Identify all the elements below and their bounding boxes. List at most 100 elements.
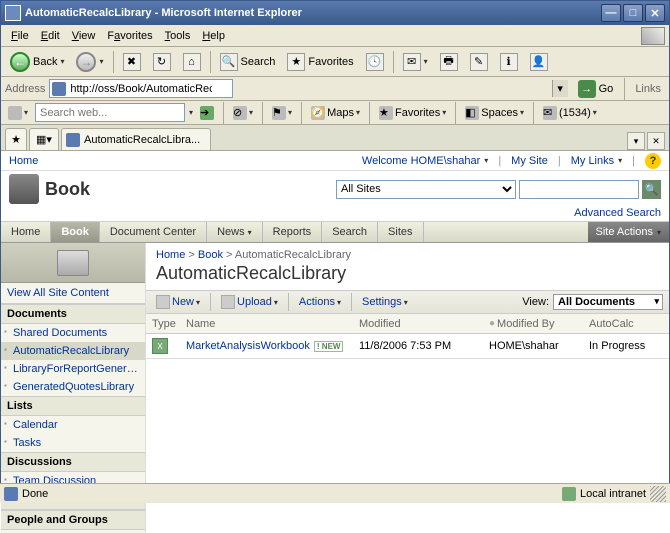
nav-news[interactable]: News ▾ <box>207 222 263 242</box>
side-link-reportgen[interactable]: LibraryForReportGeneration <box>1 360 145 378</box>
forward-button[interactable]: →▾ <box>71 49 108 75</box>
side-link-tasks[interactable]: Tasks <box>1 434 145 452</box>
web-search-input[interactable] <box>35 103 185 122</box>
site-search-go[interactable]: 🔍 <box>642 180 661 199</box>
nav-search[interactable]: Search <box>322 222 378 242</box>
col-header-type[interactable]: Type <box>146 318 182 330</box>
status-text: Done <box>22 488 48 500</box>
new-menu[interactable]: New▾ <box>152 293 204 311</box>
messenger-icon: 👤 <box>530 53 548 71</box>
mail-button[interactable]: ✉▾ <box>398 50 433 74</box>
search-go-button[interactable]: ➔ <box>197 106 217 120</box>
block-popup-button[interactable]: ⊘▾ <box>230 106 256 120</box>
view-selector[interactable]: All Documents <box>553 294 663 310</box>
site-title[interactable]: Book <box>45 179 90 200</box>
document-list: Type Name Modified Modified By AutoCalc … <box>146 314 669 359</box>
nav-sites[interactable]: Sites <box>378 222 423 242</box>
side-heading-discussions[interactable]: Discussions <box>1 452 145 472</box>
browser-tab[interactable]: AutomaticRecalcLibra... <box>61 128 211 150</box>
research-icon: ℹ <box>500 53 518 71</box>
view-all-site-content[interactable]: View All Site Content <box>1 283 145 304</box>
research-button[interactable]: ℹ <box>495 50 523 74</box>
print-button[interactable]: 🖶 <box>435 50 463 74</box>
upload-menu[interactable]: Upload▾ <box>217 293 282 311</box>
address-input[interactable] <box>49 79 233 98</box>
side-heading-people[interactable]: People and Groups <box>1 510 145 530</box>
table-row[interactable]: X MarketAnalysisWorkbook! NEW 11/8/2006 … <box>146 334 669 358</box>
edit-button[interactable]: ✎ <box>465 50 493 74</box>
mylinks-link[interactable]: My Links <box>571 155 614 167</box>
col-header-modified[interactable]: Modified <box>359 318 489 330</box>
nav-home[interactable]: Home <box>1 222 51 242</box>
stop-button[interactable]: ✖ <box>118 50 146 74</box>
menu-edit[interactable]: Edit <box>35 28 66 44</box>
mylinks-dropdown[interactable]: ▾ <box>618 156 622 165</box>
doc-modified-by[interactable]: HOME\shahar <box>489 340 589 352</box>
side-heading-documents[interactable]: Documents <box>1 304 145 324</box>
favorites-star-button[interactable]: ★ <box>5 128 27 150</box>
spaces-button[interactable]: ◧Spaces▾ <box>462 106 527 120</box>
search-button[interactable]: 🔍Search <box>215 50 281 74</box>
doc-modified: 11/8/2006 7:53 PM <box>359 340 489 352</box>
maps-button[interactable]: 🧭Maps▾ <box>308 106 363 120</box>
close-button[interactable]: ✕ <box>645 4 665 22</box>
help-icon[interactable]: ? <box>645 153 661 169</box>
maximize-button[interactable]: □ <box>623 4 643 22</box>
side-link-calendar[interactable]: Calendar <box>1 416 145 434</box>
phishing-button[interactable]: ⚑▾ <box>269 106 295 120</box>
breadcrumb-home[interactable]: Home <box>156 249 185 261</box>
breadcrumb-book[interactable]: Book <box>198 249 223 261</box>
col-header-name[interactable]: Name <box>182 318 359 330</box>
search-provider-icon[interactable]: ▾ <box>5 106 31 120</box>
back-button[interactable]: ←Back▾ <box>5 49 69 75</box>
tab-close-button[interactable]: ✕ <box>647 132 665 150</box>
settings-menu[interactable]: Settings▾ <box>358 294 412 310</box>
col-header-modified-by[interactable]: Modified By <box>489 318 589 330</box>
site-actions-menu[interactable]: Site Actions▾ <box>588 222 670 242</box>
menu-tools[interactable]: Tools <box>159 28 197 44</box>
menu-help[interactable]: Help <box>196 28 231 44</box>
search-scope-select[interactable]: All Sites <box>336 180 516 199</box>
refresh-button[interactable]: ↻ <box>148 50 176 74</box>
side-heading-lists[interactable]: Lists <box>1 396 145 416</box>
nav-doc-center[interactable]: Document Center <box>100 222 207 242</box>
side-link-autorecalc[interactable]: AutomaticRecalcLibrary <box>1 342 145 360</box>
menu-view[interactable]: View <box>66 28 102 44</box>
menu-file[interactable]: File <box>5 28 35 44</box>
new-badge: ! NEW <box>314 341 344 352</box>
messenger-button[interactable]: 👤 <box>525 50 553 74</box>
side-link-quotes[interactable]: GeneratedQuotesLibrary <box>1 378 145 396</box>
minimize-button[interactable]: — <box>601 4 621 22</box>
toolbar-mail-button[interactable]: ✉(1534)▾ <box>540 106 600 120</box>
doc-name-link[interactable]: MarketAnalysisWorkbook! NEW <box>182 340 359 352</box>
history-button[interactable]: 🕓 <box>361 50 389 74</box>
window-title: AutomaticRecalcLibrary - Microsoft Inter… <box>25 7 302 19</box>
resize-grip[interactable] <box>650 486 666 502</box>
quick-tabs-button[interactable]: ▦▾ <box>29 128 59 150</box>
site-search-input[interactable] <box>519 180 639 199</box>
app-icon <box>5 5 21 21</box>
sp-home-link[interactable]: Home <box>9 155 38 167</box>
menu-favorites[interactable]: Favorites <box>101 28 158 44</box>
actions-menu[interactable]: Actions▾ <box>295 294 345 310</box>
advanced-search-link[interactable]: Advanced Search <box>574 207 661 219</box>
breadcrumb-current: AutomaticRecalcLibrary <box>235 249 351 261</box>
search-dropdown[interactable]: ▾ <box>189 108 193 117</box>
sidebar-header <box>1 243 145 283</box>
favorites-button[interactable]: ★Favorites <box>282 50 358 74</box>
toolbar-favorites-button[interactable]: ★Favorites▾ <box>376 106 449 120</box>
nav-reports[interactable]: Reports <box>263 222 323 242</box>
welcome-dropdown[interactable]: ▾ <box>484 156 488 165</box>
go-button[interactable]: →Go <box>573 78 619 100</box>
mysite-link[interactable]: My Site <box>511 155 548 167</box>
links-label[interactable]: Links <box>631 83 665 95</box>
side-link-shared-docs[interactable]: Shared Documents <box>1 324 145 342</box>
col-header-autocalc[interactable]: AutoCalc <box>589 318 669 330</box>
home-button[interactable]: ⌂ <box>178 50 206 74</box>
address-bar: Address ▾ →Go Links <box>1 77 669 101</box>
nav-book[interactable]: Book <box>51 222 100 242</box>
tab-dropdown[interactable]: ▾ <box>627 132 645 150</box>
address-dropdown[interactable]: ▾ <box>552 80 568 97</box>
folder-icon <box>57 250 89 276</box>
new-icon <box>156 295 170 309</box>
